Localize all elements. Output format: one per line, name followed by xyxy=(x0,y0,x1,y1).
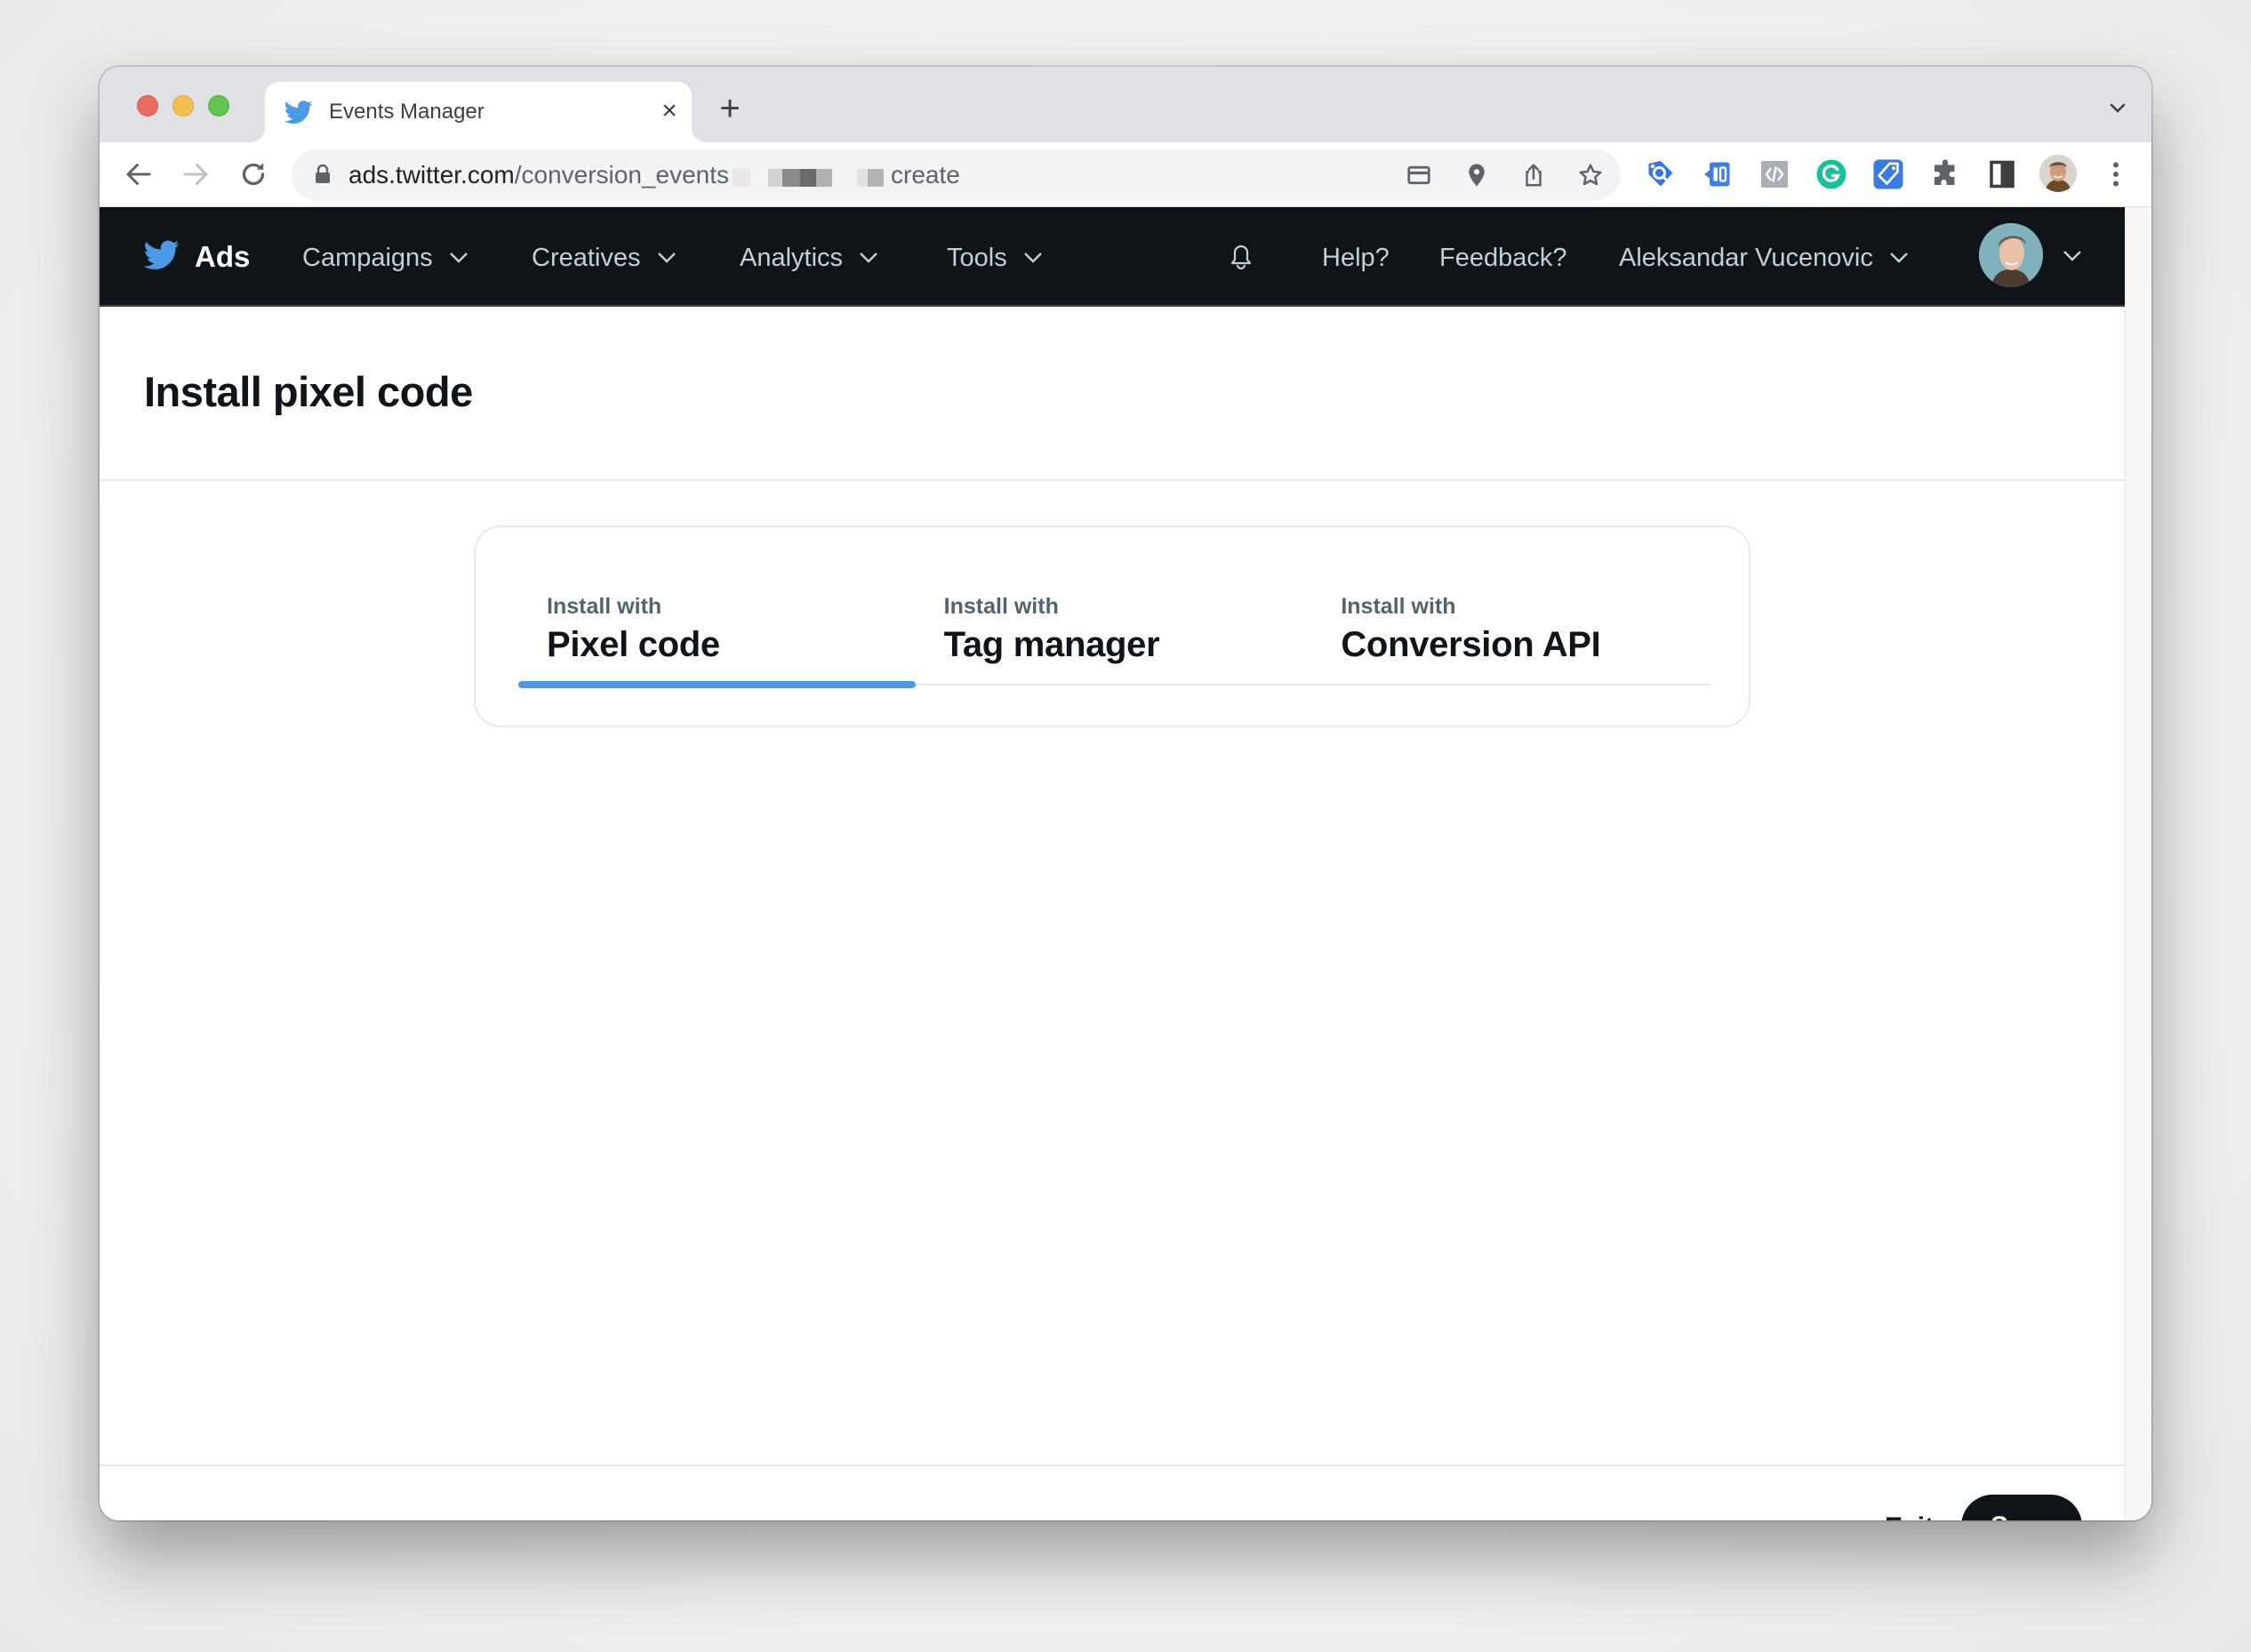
url-tail: create xyxy=(891,161,960,188)
tab-search-chevron-icon[interactable] xyxy=(2107,97,2128,118)
tab-close-icon[interactable]: × xyxy=(656,98,683,124)
account-name: Aleksandar Vucenovic xyxy=(1619,244,1873,272)
url-host: ads.twitter.com xyxy=(348,161,515,188)
scrollbar[interactable] xyxy=(2125,207,2151,1520)
grammarly-icon[interactable] xyxy=(1815,158,1847,190)
reload-icon[interactable] xyxy=(237,158,269,190)
nav-item-campaigns[interactable]: Campaigns xyxy=(302,241,469,275)
chevron-down-icon xyxy=(657,252,677,264)
side-panel-icon[interactable] xyxy=(1986,158,2018,190)
nav-item-label: Analytics xyxy=(740,244,844,272)
nav-item-tools[interactable]: Tools xyxy=(947,241,1043,275)
exit-button[interactable]: Exit xyxy=(1885,1511,1934,1520)
nav-item-label: Tools xyxy=(947,244,1007,272)
tab-title: Events Manager xyxy=(329,100,485,124)
notifications-bell-icon[interactable] xyxy=(1229,241,1254,271)
address-bar[interactable]: ads.twitter.com/conversion_events create xyxy=(292,149,1621,200)
extension-blue-icon[interactable] xyxy=(1702,158,1734,190)
url-text[interactable]: ads.twitter.com/conversion_events create xyxy=(348,159,960,193)
top-nav: Ads Campaigns Creatives Analytics Tools xyxy=(100,207,2125,307)
tab-kicker: Install with xyxy=(943,594,1059,619)
nav-brand-ads[interactable]: Ads xyxy=(195,239,250,275)
chevron-down-icon xyxy=(449,252,469,264)
tab-pixel-code[interactable]: Install with Pixel code xyxy=(518,589,916,688)
account-switcher[interactable]: Aleksandar Vucenovic xyxy=(1619,241,1909,275)
browser-toolbar: ads.twitter.com/conversion_events create xyxy=(100,142,2151,207)
user-avatar[interactable] xyxy=(1979,223,2043,287)
chevron-down-icon xyxy=(1889,252,1909,264)
browser-window: Events Manager × + ads.twitter.com/conve… xyxy=(100,67,2151,1520)
more-menu-icon[interactable] xyxy=(2100,158,2132,190)
profile-avatar-icon[interactable] xyxy=(2039,155,2077,192)
help-link[interactable]: Help? xyxy=(1322,241,1390,275)
tag-extension-icon[interactable] xyxy=(1872,158,1904,190)
new-tab-button[interactable]: + xyxy=(715,91,745,126)
nav-item-label: Campaigns xyxy=(302,244,433,272)
maximize-window-button[interactable] xyxy=(208,95,229,116)
save-button[interactable]: Save xyxy=(1961,1495,2082,1520)
nav-item-creatives[interactable]: Creatives xyxy=(532,241,677,275)
tab-strip: Events Manager × + xyxy=(100,67,2151,142)
tab-kicker: Install with xyxy=(547,594,662,619)
chevron-down-icon xyxy=(859,252,878,264)
browser-tab[interactable]: Events Manager × xyxy=(265,82,692,142)
bookmark-star-icon[interactable] xyxy=(1577,162,1604,188)
twitter-bird-icon xyxy=(284,98,313,126)
page-content: Ads Campaigns Creatives Analytics Tools xyxy=(100,207,2125,1520)
page-header: Install pixel code xyxy=(100,307,2125,481)
tab-label: Conversion API xyxy=(1341,625,1601,664)
code-viewer-icon[interactable] xyxy=(1758,158,1790,190)
back-icon[interactable] xyxy=(123,158,155,190)
twitter-bird-logo-icon[interactable] xyxy=(144,240,180,270)
avatar-chevron-down-icon[interactable] xyxy=(2063,250,2082,262)
page-title: Install pixel code xyxy=(144,368,473,415)
tab-label: Pixel code xyxy=(547,625,720,664)
puzzle-extensions-icon[interactable] xyxy=(1929,158,1961,190)
tab-tag-manager[interactable]: Install with Tag manager xyxy=(916,589,1313,686)
nav-item-label: Creatives xyxy=(532,244,641,272)
close-window-button[interactable] xyxy=(137,95,158,116)
tab-label: Tag manager xyxy=(943,625,1160,664)
lock-icon[interactable] xyxy=(315,164,331,184)
forward-icon[interactable] xyxy=(180,158,212,190)
tab-kicker: Install with xyxy=(1341,594,1456,619)
feedback-link[interactable]: Feedback? xyxy=(1439,241,1567,275)
nav-item-analytics[interactable]: Analytics xyxy=(740,241,878,275)
card-icon[interactable] xyxy=(1406,162,1432,188)
tag-assistant-icon[interactable] xyxy=(1645,158,1677,190)
location-pin-icon[interactable] xyxy=(1463,162,1490,188)
share-icon[interactable] xyxy=(1520,162,1547,188)
feedback-label: Feedback? xyxy=(1439,244,1567,272)
footer-bar: Exit Save xyxy=(100,1464,2125,1520)
chevron-down-icon xyxy=(1023,252,1043,264)
install-method-card: Install with Pixel code Install with Tag… xyxy=(474,525,1750,727)
install-method-tabs: Install with Pixel code Install with Tag… xyxy=(518,589,1710,688)
url-path: /conversion_events xyxy=(514,161,729,188)
url-redacted-segment xyxy=(733,161,884,193)
active-tab-indicator xyxy=(518,681,916,688)
minimize-window-button[interactable] xyxy=(172,95,194,116)
help-label: Help? xyxy=(1322,244,1390,272)
tab-conversion-api[interactable]: Install with Conversion API xyxy=(1312,589,1710,686)
